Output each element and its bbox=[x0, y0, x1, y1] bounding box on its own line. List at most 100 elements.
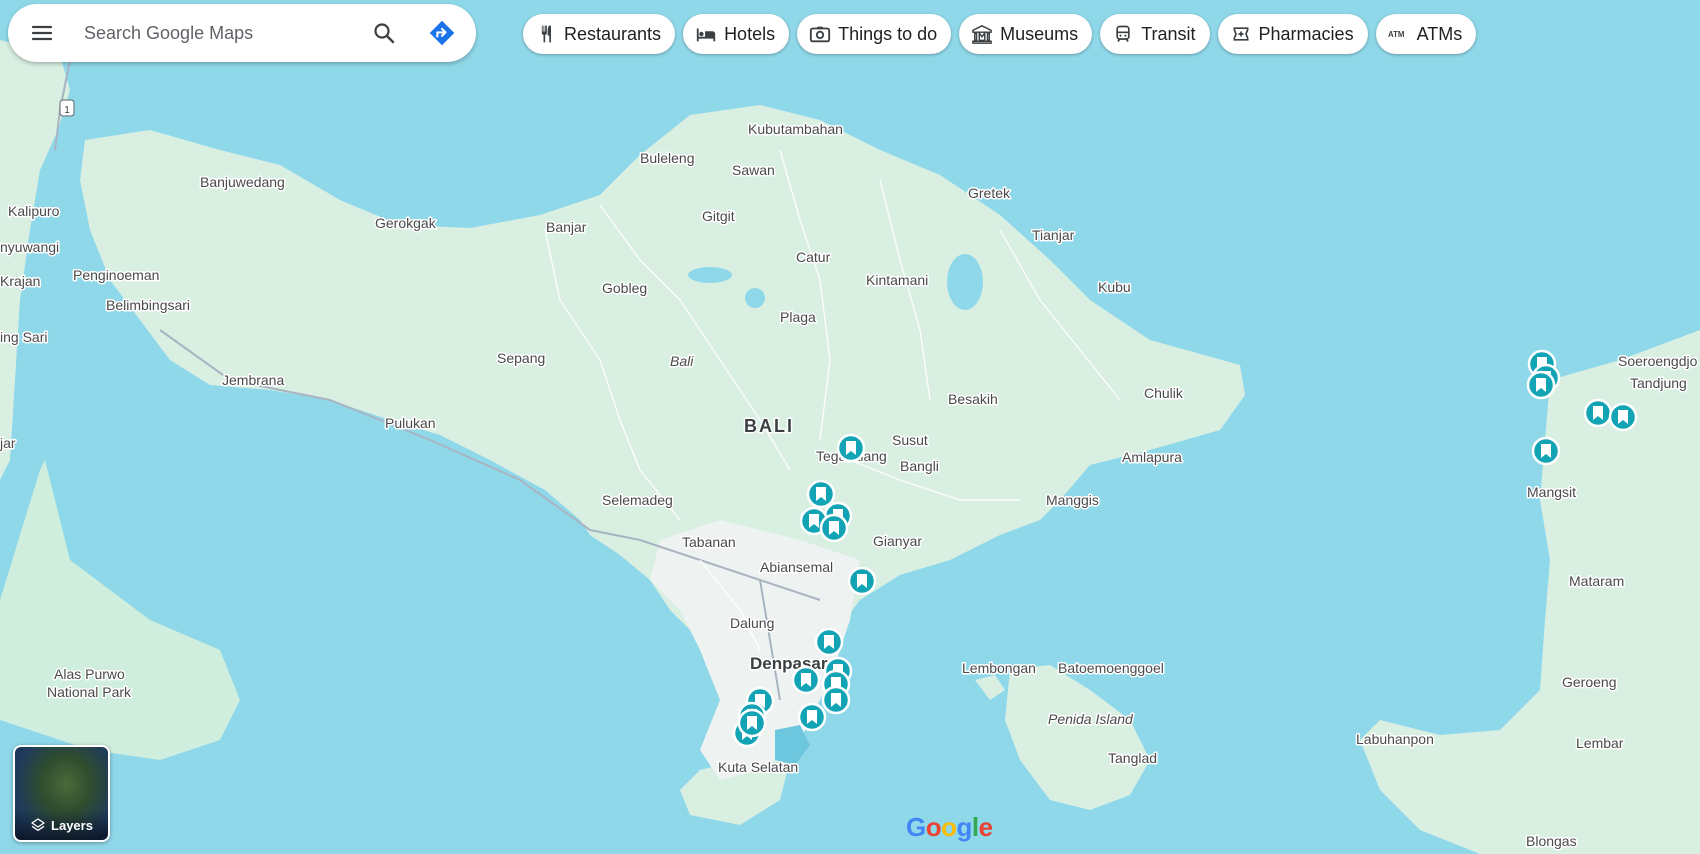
place-belimbingsari: Belimbingsari bbox=[106, 297, 190, 313]
place-bangli: Bangli bbox=[900, 458, 939, 474]
restaurant-icon bbox=[535, 23, 557, 45]
place-tianjar: Tianjar bbox=[1032, 227, 1075, 243]
layers-label-row: Layers bbox=[15, 810, 108, 840]
lake-buyan bbox=[688, 267, 732, 283]
lake-batur bbox=[947, 254, 983, 310]
place-sawan: Sawan bbox=[732, 162, 775, 178]
place-abiansemal: Abiansemal bbox=[760, 559, 833, 575]
museum-icon bbox=[971, 23, 993, 45]
place-penida: Penida Island bbox=[1048, 711, 1134, 727]
layers-icon bbox=[31, 818, 45, 831]
place-ing-sari: ing Sari bbox=[0, 329, 47, 345]
saved-place-pin[interactable] bbox=[806, 479, 836, 509]
place-geroeng: Geroeng bbox=[1562, 674, 1616, 690]
saved-place-pin[interactable] bbox=[836, 433, 866, 463]
saved-place-pin[interactable] bbox=[821, 685, 851, 715]
search-icon bbox=[374, 23, 395, 44]
place-gobleg: Gobleg bbox=[602, 280, 647, 296]
place-penginoeman: Penginoeman bbox=[73, 267, 159, 283]
category-chips: Restaurants Hotels Things to do Museums … bbox=[523, 14, 1477, 54]
saved-place-pin[interactable] bbox=[797, 702, 827, 732]
search-button[interactable] bbox=[360, 9, 408, 57]
chip-things-to-do[interactable]: Things to do bbox=[797, 14, 952, 54]
place-bali-region: Bali bbox=[670, 353, 694, 369]
place-mataram: Mataram bbox=[1569, 573, 1624, 589]
place-selemadeg: Selemadeg bbox=[602, 492, 673, 508]
chip-transit[interactable]: Transit bbox=[1100, 14, 1210, 54]
place-bali-major: BALI bbox=[744, 416, 794, 436]
atm-icon: ATM bbox=[1388, 23, 1410, 45]
place-kintamani: Kintamani bbox=[866, 272, 928, 288]
chip-restaurants[interactable]: Restaurants bbox=[523, 14, 676, 54]
place-kuta-selatan: Kuta Selatan bbox=[718, 759, 798, 775]
saved-place-pin[interactable] bbox=[1531, 436, 1561, 466]
svg-text:1: 1 bbox=[64, 105, 70, 116]
svg-text:ATM: ATM bbox=[1388, 30, 1405, 39]
saved-place-pin[interactable] bbox=[1583, 398, 1613, 428]
place-mangsit: Mangsit bbox=[1527, 484, 1576, 500]
lake-tamblingan bbox=[745, 288, 765, 308]
place-banjuwedang: Banjuwedang bbox=[200, 174, 285, 190]
place-dalung: Dalung bbox=[730, 615, 774, 631]
saved-place-pin[interactable] bbox=[737, 708, 767, 738]
place-alas-purwo: Alas Purwo bbox=[54, 666, 125, 682]
chip-atms[interactable]: ATM ATMs bbox=[1375, 14, 1477, 54]
saved-place-pin[interactable] bbox=[1526, 370, 1556, 400]
chip-label: Hotels bbox=[724, 23, 776, 44]
layers-button[interactable]: Layers bbox=[13, 745, 110, 842]
place-jembrana: Jembrana bbox=[222, 372, 284, 388]
place-krajan: Krajan bbox=[0, 273, 40, 289]
menu-icon bbox=[31, 25, 53, 41]
place-gianyar: Gianyar bbox=[873, 533, 922, 549]
place-nyuwangi: nyuwangi bbox=[0, 239, 59, 255]
place-amlapura: Amlapura bbox=[1122, 449, 1182, 465]
chip-label: Museums bbox=[1000, 23, 1079, 44]
place-lembongan: Lembongan bbox=[962, 660, 1036, 676]
map-canvas[interactable]: Kubutambahan Buleleng Sawan Gretek Tianj… bbox=[0, 0, 1700, 854]
place-soeroengdjo: Soeroengdjo bbox=[1618, 353, 1698, 369]
menu-button[interactable] bbox=[14, 4, 70, 62]
place-plaga: Plaga bbox=[780, 309, 816, 325]
chip-label: Restaurants bbox=[564, 23, 662, 44]
place-batoemoenggoel: Batoemoenggoel bbox=[1058, 660, 1164, 676]
place-tandjung: Tandjung bbox=[1630, 375, 1687, 391]
road-shield: 1 bbox=[59, 99, 75, 117]
search-input[interactable] bbox=[84, 22, 354, 44]
place-lembar: Lembar bbox=[1576, 735, 1624, 751]
camera-icon bbox=[809, 23, 831, 45]
place-tabanan: Tabanan bbox=[682, 534, 736, 550]
place-manggis: Manggis bbox=[1046, 492, 1099, 508]
saved-place-pin[interactable] bbox=[791, 665, 821, 695]
place-kubu: Kubu bbox=[1098, 279, 1131, 295]
chip-label: Pharmacies bbox=[1258, 23, 1354, 44]
saved-place-pin[interactable] bbox=[1608, 402, 1638, 432]
place-gretek: Gretek bbox=[968, 185, 1011, 201]
place-national-park: National Park bbox=[47, 684, 132, 700]
place-pulukan: Pulukan bbox=[385, 415, 436, 431]
train-icon bbox=[1112, 23, 1134, 45]
chip-label: ATMs bbox=[1416, 23, 1463, 44]
chip-museums[interactable]: Museums bbox=[959, 14, 1093, 54]
layers-label: Layers bbox=[51, 817, 93, 833]
place-blongas: Blongas bbox=[1526, 833, 1577, 849]
saved-place-pin[interactable] bbox=[847, 566, 877, 596]
saved-place-pin[interactable] bbox=[814, 627, 844, 657]
chip-hotels[interactable]: Hotels bbox=[683, 14, 790, 54]
place-kubutambahan: Kubutambahan bbox=[748, 121, 843, 137]
place-susut: Susut bbox=[892, 432, 928, 448]
place-banjar: Banjar bbox=[546, 219, 587, 235]
google-logo: Google bbox=[906, 812, 993, 842]
place-kalipuro: Kalipuro bbox=[8, 203, 60, 219]
place-besakih: Besakih bbox=[948, 391, 998, 407]
chip-pharmacies[interactable]: Pharmacies bbox=[1217, 14, 1368, 54]
directions-button[interactable] bbox=[418, 9, 466, 57]
place-jar: jar bbox=[0, 435, 16, 451]
directions-icon bbox=[429, 20, 455, 46]
chip-label: Transit bbox=[1141, 23, 1196, 44]
place-gitgit: Gitgit bbox=[702, 208, 735, 224]
search-box bbox=[8, 4, 476, 62]
place-tanglad: Tanglad bbox=[1108, 750, 1157, 766]
gili-island bbox=[1578, 370, 1592, 382]
saved-place-pin[interactable] bbox=[819, 513, 849, 543]
place-sepang: Sepang bbox=[497, 350, 545, 366]
